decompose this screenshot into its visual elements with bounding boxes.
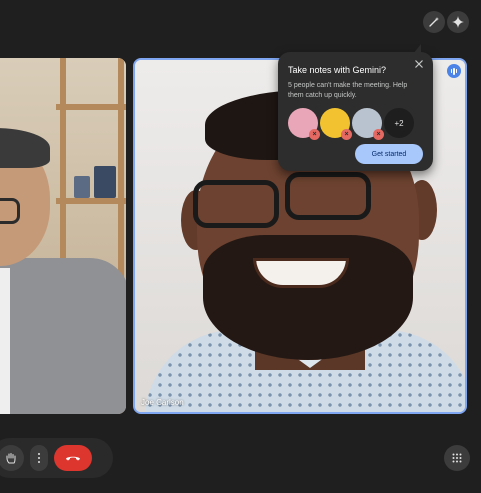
participant-name: Joe Carlson bbox=[141, 398, 184, 407]
more-options-icon bbox=[38, 453, 40, 463]
close-icon bbox=[415, 60, 423, 68]
gemini-notes-popup: Take notes with Gemini? 5 people can't m… bbox=[278, 44, 433, 171]
apps-button[interactable] bbox=[444, 445, 470, 471]
declined-icon: × bbox=[309, 129, 320, 140]
person-beard bbox=[203, 235, 413, 360]
person-glasses bbox=[0, 198, 20, 224]
more-options-button[interactable] bbox=[30, 445, 48, 471]
person-glasses-right bbox=[285, 172, 371, 220]
participant-tile-left[interactable] bbox=[0, 58, 126, 414]
popup-close-button[interactable] bbox=[414, 59, 424, 69]
raise-hand-icon bbox=[6, 453, 16, 464]
more-participants-count: +2 bbox=[384, 108, 414, 138]
declined-icon: × bbox=[373, 129, 384, 140]
book bbox=[74, 176, 90, 198]
absent-participants: × × × +2 bbox=[288, 108, 423, 140]
magic-wand-icon bbox=[429, 17, 439, 27]
raise-hand-button[interactable] bbox=[0, 445, 24, 471]
gemini-sparkle-icon bbox=[452, 16, 464, 28]
bookshelf-board bbox=[56, 104, 126, 110]
person-jacket bbox=[0, 258, 126, 414]
avatar: × bbox=[320, 108, 352, 140]
call-controls bbox=[0, 438, 113, 478]
person-shirt bbox=[0, 268, 10, 414]
declined-icon: × bbox=[341, 129, 352, 140]
audio-levels-icon bbox=[447, 64, 461, 78]
end-call-button[interactable] bbox=[54, 445, 92, 471]
person-glasses-left bbox=[193, 180, 279, 228]
apps-grid-icon bbox=[452, 453, 462, 463]
end-call-icon bbox=[66, 456, 80, 461]
get-started-button[interactable]: Get started bbox=[355, 144, 423, 164]
book bbox=[94, 166, 116, 198]
person-smile bbox=[253, 258, 349, 288]
magic-wand-button[interactable] bbox=[423, 11, 445, 33]
popup-title: Take notes with Gemini? bbox=[288, 65, 387, 75]
popup-body: 5 people can't make the meeting. Help th… bbox=[288, 82, 408, 99]
meeting-stage: Joe Carlson Take notes with Gemini? 5 pe… bbox=[0, 0, 481, 493]
gemini-button[interactable] bbox=[447, 11, 469, 33]
bookshelf-board bbox=[56, 198, 126, 204]
avatar: × bbox=[288, 108, 320, 140]
avatar: × bbox=[352, 108, 384, 140]
